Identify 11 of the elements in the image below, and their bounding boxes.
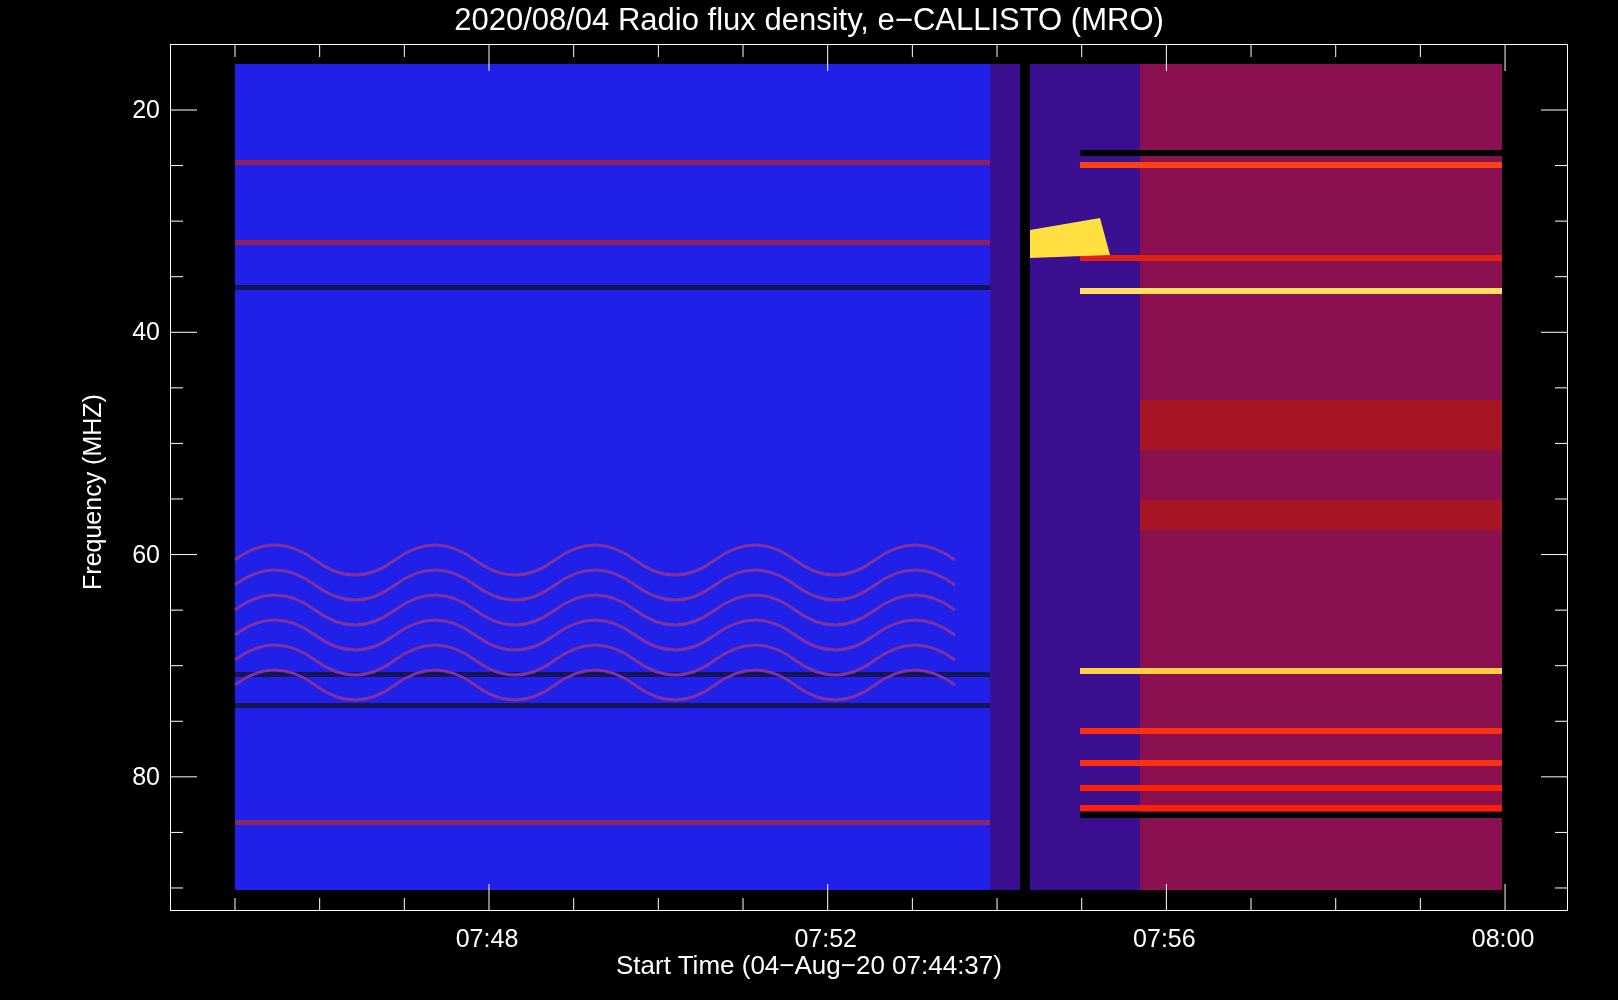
x-tick-label: 07:52 xyxy=(793,926,858,951)
x-tick-label: 07:56 xyxy=(1132,926,1197,951)
y-tick-label: 80 xyxy=(131,763,160,789)
x-tick-label: 07:48 xyxy=(454,926,520,951)
y-tick-label: 20 xyxy=(131,97,160,122)
y-tick-label: 40 xyxy=(131,319,160,345)
chart-title: 2020/08/04 Radio flux density, e−CALLISTO (MRO) xyxy=(454,4,1164,35)
y-tick-label: 60 xyxy=(131,541,160,567)
x-axis-label: Start Time (04−Aug−20 07:44:37) xyxy=(616,952,1002,978)
y-axis-label: Frequency (MHZ) xyxy=(79,394,105,590)
x-tick-label: 08:00 xyxy=(1470,926,1536,951)
